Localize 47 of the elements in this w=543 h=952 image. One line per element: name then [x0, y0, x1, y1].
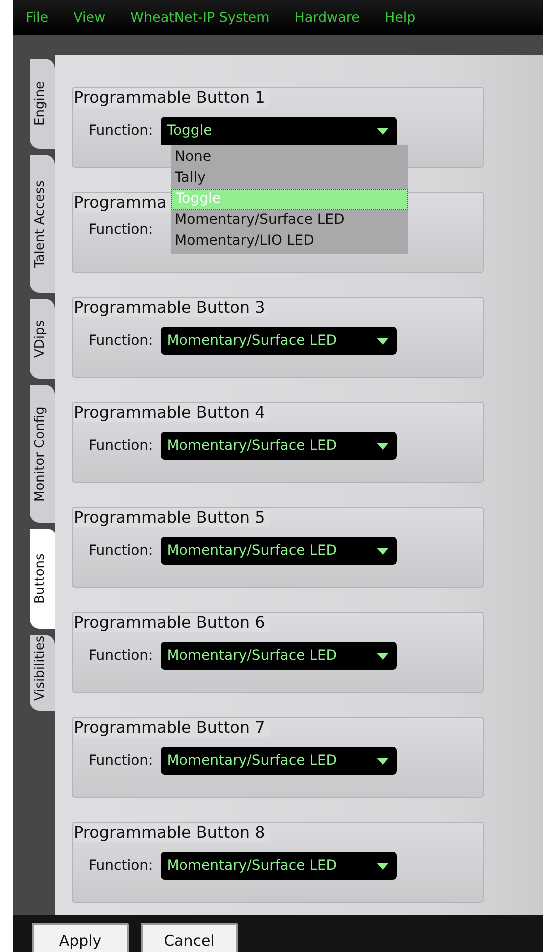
function-label: Function: [89, 753, 154, 769]
dropdown-option[interactable]: None [171, 147, 408, 168]
side-tab[interactable]: Monitor Config [30, 385, 55, 523]
group-title: Programmable Button 8 [74, 823, 270, 842]
group-title: Programmable Button 1 [74, 88, 270, 107]
function-label: Function: [89, 858, 154, 874]
menu-item[interactable]: Help [372, 10, 428, 26]
dropdown-option[interactable]: Momentary/Surface LED [171, 210, 408, 231]
side-tab[interactable]: Visibilities [30, 635, 55, 711]
dialog-button[interactable]: Apply [32, 923, 129, 952]
menu-item[interactable]: File [13, 10, 61, 26]
function-label: Function: [89, 333, 154, 349]
dropdown-arrow-icon [377, 652, 390, 660]
group-title: Programmable Button 6 [74, 613, 270, 632]
dropdown-arrow-icon [377, 862, 390, 870]
function-dropdown[interactable]: Momentary/Surface LED [161, 642, 398, 670]
function-label: Function: [89, 123, 154, 139]
side-tab[interactable]: VDips [30, 299, 55, 379]
dropdown-option[interactable]: Tally [171, 168, 408, 189]
side-tab[interactable]: Talent Access [30, 155, 55, 293]
dropdown-arrow-icon [377, 758, 390, 764]
side-tab[interactable]: Buttons [30, 529, 57, 629]
dropdown-arrow-icon [377, 442, 390, 450]
group-title: Programmable Button 5 [74, 508, 270, 527]
menu-item[interactable]: WheatNet-IP System [118, 10, 282, 26]
function-label: Function: [89, 543, 154, 559]
function-dropdown[interactable]: Momentary/Surface LED [161, 432, 398, 460]
function-label: Function: [89, 648, 154, 664]
dropdown-arrow-icon [377, 128, 390, 134]
group-title: Programma [74, 193, 171, 212]
function-dropdown[interactable]: Momentary/Surface LED [161, 537, 398, 565]
dialog-button[interactable]: Cancel [141, 923, 238, 952]
dropdown-arrow-icon [377, 548, 390, 554]
dropdown-arrow-icon [377, 338, 390, 344]
function-label: Function: [89, 222, 154, 238]
group-title: Programmable Button 4 [74, 403, 270, 422]
function-dropdown[interactable]: Momentary/Surface LED [161, 327, 398, 355]
function-dropdown[interactable]: Momentary/Surface LED [161, 852, 398, 880]
dropdown-option[interactable]: Momentary/LIO LED [171, 231, 408, 252]
menu-item[interactable]: View [60, 10, 118, 26]
menu-item[interactable]: Hardware [282, 10, 372, 26]
function-label: Function: [89, 438, 154, 454]
function-dropdown[interactable]: Momentary/Surface LED [161, 747, 398, 775]
function-dropdown[interactable]: Toggle [161, 117, 398, 145]
group-title: Programmable Button 3 [74, 298, 270, 317]
group-title: Programmable Button 7 [74, 718, 270, 737]
side-tab[interactable]: Engine [30, 59, 55, 149]
